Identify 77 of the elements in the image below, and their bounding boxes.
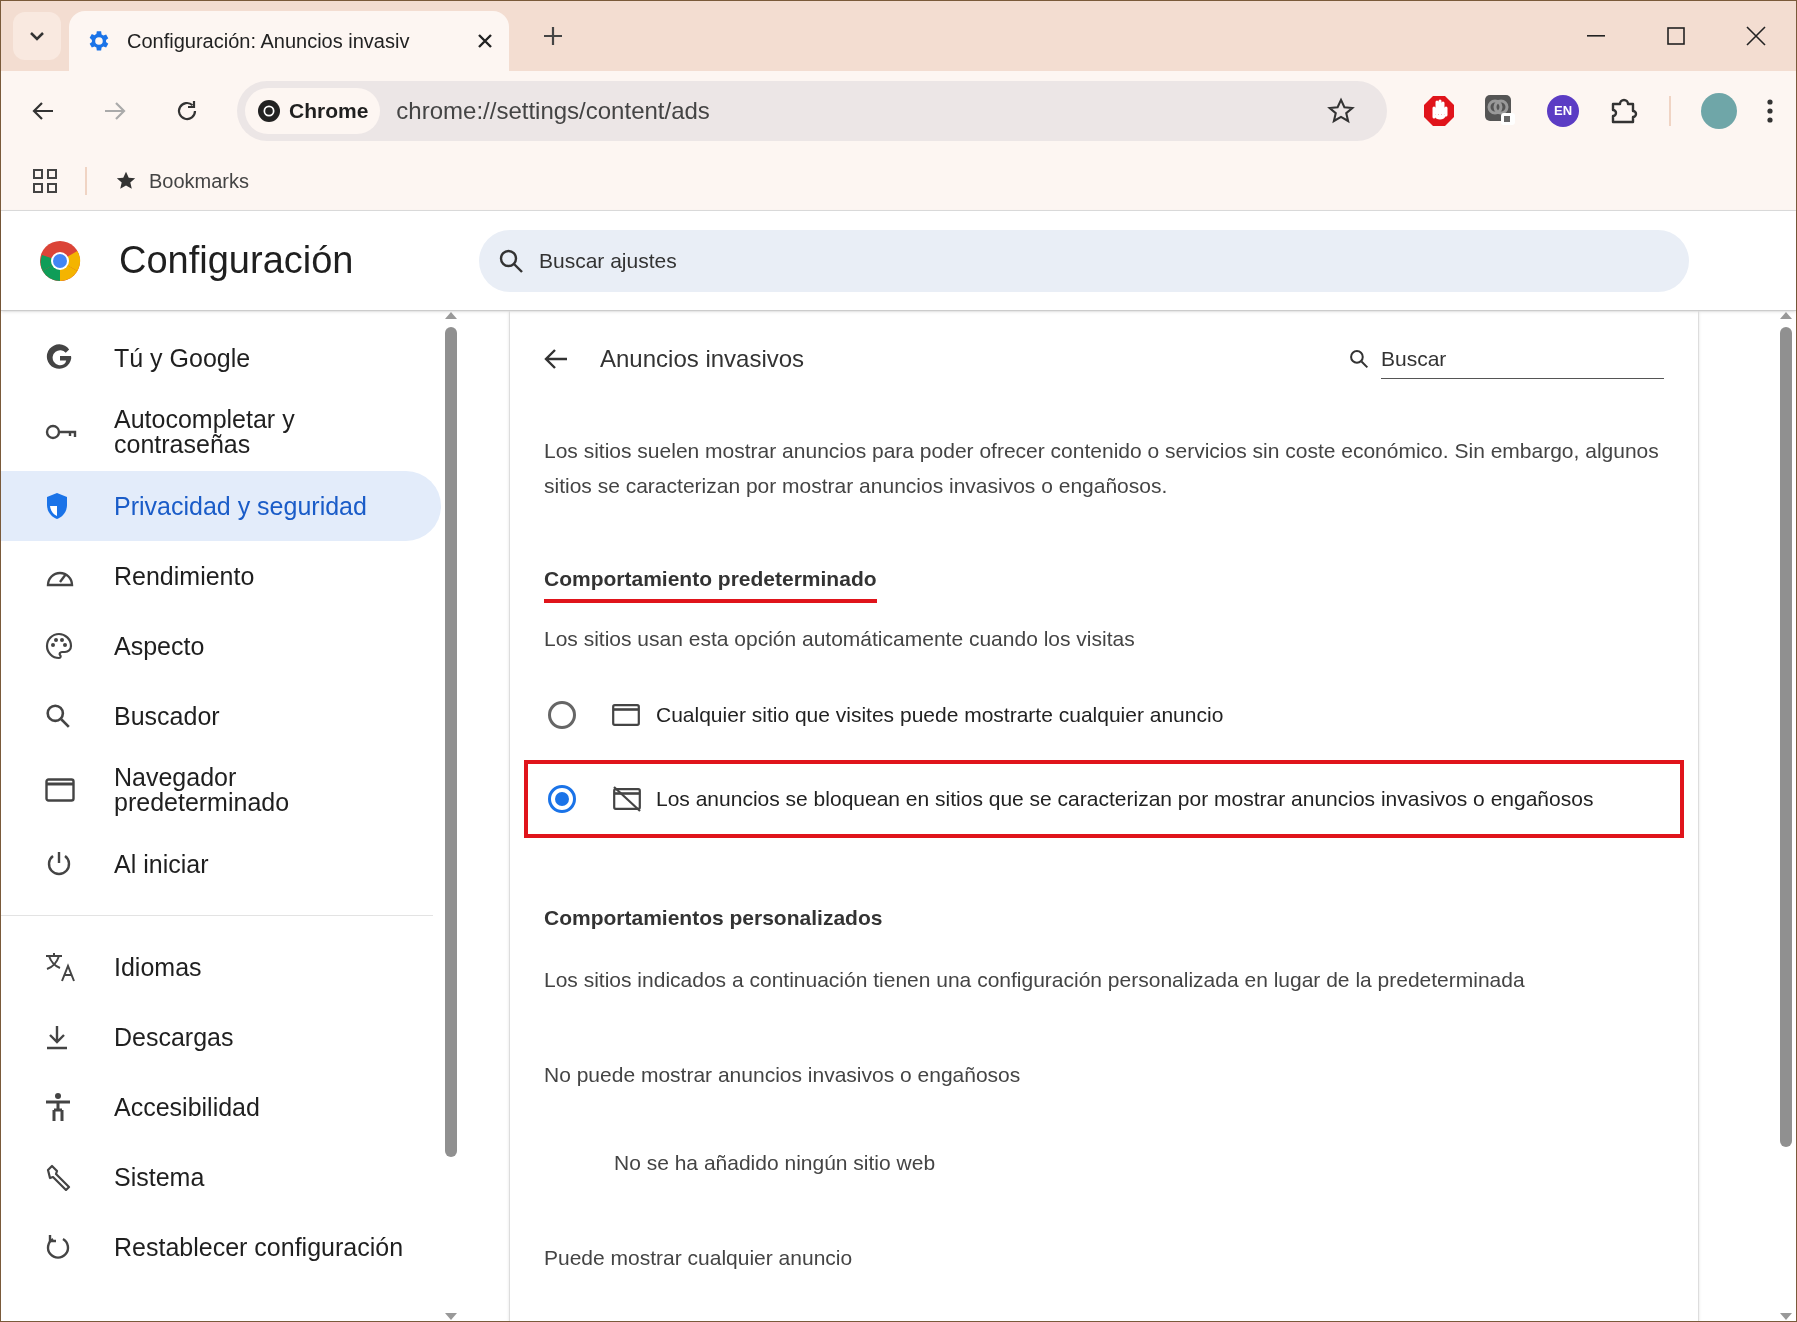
scroll-down-icon[interactable] — [445, 1313, 457, 1321]
section-heading: Comportamiento predeterminado — [544, 563, 877, 603]
section-hint: Los sitios indicados a continuación tienen una configuración personalizada en lugar de la predeterminada — [544, 966, 1526, 993]
window-icon — [45, 778, 75, 802]
language-extension-badge[interactable]: EN — [1547, 95, 1579, 127]
sidebar-item[interactable]: Idiomas — [1, 932, 441, 1002]
settings-title: Configuración — [119, 238, 355, 283]
sidebar-item[interactable]: Navegador predeterminado — [1, 751, 441, 829]
section-hint: Los sitios usan esta opción automáticamente cuando los visitas — [544, 625, 1136, 652]
shield-icon — [45, 492, 69, 520]
scroll-up-icon[interactable] — [1780, 311, 1792, 319]
sidebar-item[interactable]: Accesibilidad — [1, 1072, 441, 1142]
empty-list-text: No se ha añadido ningún sitio web — [614, 1149, 937, 1176]
option-label: Cualquier sitio que visites puede mostrarte cualquier anuncio — [656, 702, 1224, 729]
sidebar-item[interactable]: Privacidad y seguridad — [1, 471, 441, 541]
forward-arrow-icon — [104, 101, 126, 121]
scroll-down-icon[interactable] — [1780, 1313, 1792, 1321]
url-text: chrome://settings/content/ads — [396, 96, 710, 126]
close-tab-icon[interactable] — [477, 33, 493, 49]
search-icon — [499, 248, 523, 273]
scrollbar-thumb[interactable] — [1780, 327, 1792, 1147]
settings-search-field[interactable]: Buscar ajustes — [479, 229, 1689, 292]
scroll-up-icon[interactable] — [445, 311, 457, 319]
bookmark-label: Bookmarks — [149, 168, 250, 194]
sidebar-item[interactable]: Rendimiento — [1, 541, 441, 611]
sidebar-item[interactable]: Aspecto — [1, 611, 441, 681]
description-text: Los sitios suelen mostrar anuncios para poder ofrecer contenido o servicios sin coste económico. Sin embargo, algunos sitios se caracterizan por mostrar anuncios invasivos o engañosos. — [544, 438, 1660, 499]
stop-hand-icon[interactable] — [1423, 95, 1455, 127]
power-icon — [45, 850, 73, 878]
apps-grid-icon[interactable] — [33, 168, 57, 193]
section-heading: Comportamientos personalizados — [544, 905, 884, 931]
download-icon — [45, 1024, 69, 1050]
reset-icon — [45, 1233, 71, 1261]
blocked-window-icon — [612, 786, 642, 812]
tab-title: Configuración: Anuncios invasiv — [127, 29, 411, 54]
page-search-field[interactable]: Buscar — [1381, 338, 1664, 380]
sidebar-item[interactable]: Tú y Google — [1, 323, 441, 393]
search-icon — [1349, 349, 1369, 369]
sidebar-item[interactable]: Descargas — [1, 1002, 441, 1072]
back-arrow-icon[interactable] — [544, 348, 568, 370]
scrollbar-thumb[interactable] — [445, 327, 457, 1157]
reload-icon — [176, 100, 198, 122]
option-label: Los anuncios se bloquean en sitios que se caracterizan por mostrar anuncios invasivos o engañosos — [656, 786, 1594, 813]
translate-icon — [45, 952, 77, 982]
sidebar-item[interactable]: Al iniciar — [1, 829, 441, 899]
back-arrow-icon — [32, 101, 54, 121]
sidebar-item[interactable]: Buscador — [1, 681, 441, 751]
search-icon — [45, 703, 71, 729]
minimize-icon — [1587, 35, 1605, 37]
browser-tab[interactable]: Configuración: Anuncios invasiv — [69, 11, 509, 71]
accessibility-icon — [45, 1092, 71, 1122]
site-chip[interactable]: Chrome — [245, 88, 381, 134]
browser-logo-icon — [257, 99, 281, 123]
palette-icon — [45, 632, 73, 660]
star-icon[interactable] — [1327, 97, 1355, 125]
address-bar[interactable]: Chrome chrome://settings/content/ads — [237, 81, 1387, 141]
list-heading: No puede mostrar anuncios invasivos o engañosos — [544, 1062, 1022, 1088]
search-input: Buscar ajustes — [539, 244, 1669, 277]
list-heading: Puede mostrar cualquier anuncio — [544, 1245, 854, 1271]
browser-logo-icon — [39, 239, 81, 282]
sidebar-item[interactable]: Sistema — [1, 1142, 441, 1212]
profile-avatar[interactable] — [1701, 93, 1737, 129]
page-title: Anuncios invasivos — [600, 344, 806, 374]
extension-icon[interactable] — [1485, 95, 1517, 127]
sidebar-item[interactable]: Restablecer configuración — [1, 1212, 441, 1282]
plus-icon — [543, 26, 563, 46]
key-icon — [45, 422, 77, 442]
more-menu-icon[interactable] — [1767, 99, 1773, 123]
window-icon — [612, 704, 640, 726]
puzzle-icon[interactable] — [1609, 96, 1639, 126]
bookmarks-folder[interactable]: Bookmarks — [115, 165, 250, 196]
maximize-icon — [1667, 27, 1685, 45]
close-icon — [1746, 26, 1766, 46]
chevron-down-icon — [29, 31, 45, 41]
sidebar-item[interactable]: Autocompletar y contraseñas — [1, 393, 441, 471]
radio-button[interactable] — [548, 785, 576, 813]
radio-button[interactable] — [548, 701, 576, 729]
